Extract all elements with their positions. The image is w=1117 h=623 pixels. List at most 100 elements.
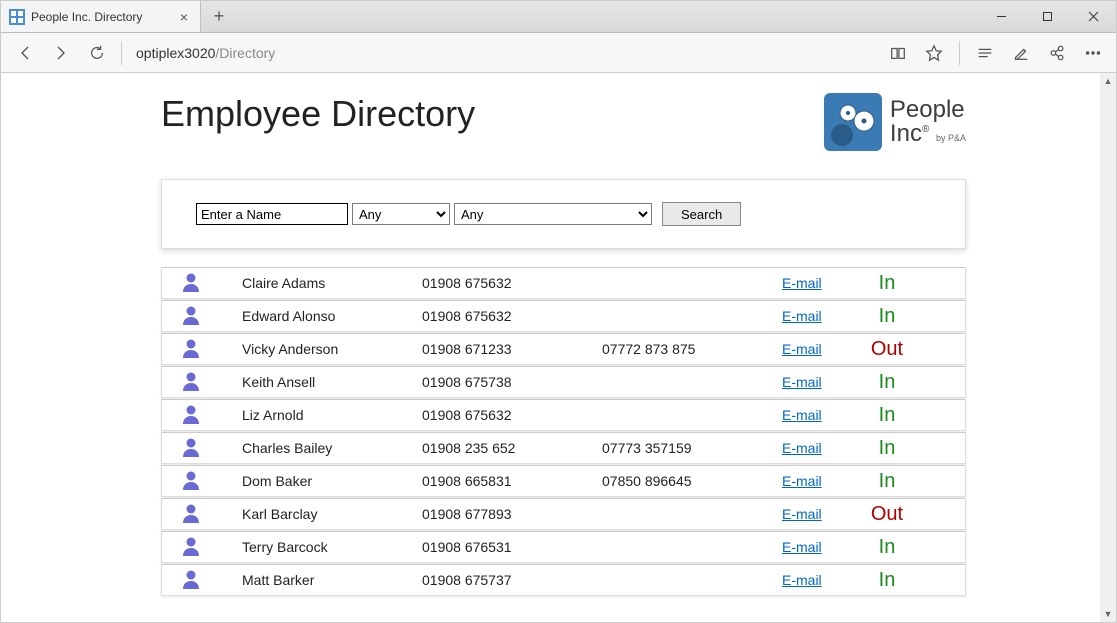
maximize-button[interactable]: [1024, 1, 1070, 32]
brand-logo: People Inc® by P&A: [824, 93, 966, 151]
employee-row: Liz Arnold01908 675632 E-mail In: [161, 399, 966, 431]
forward-button[interactable]: [43, 35, 79, 71]
employee-email: E-mail: [782, 374, 852, 390]
url-field[interactable]: optiplex3020/Directory: [128, 45, 881, 61]
employee-name: Terry Barcock: [242, 539, 422, 555]
email-link[interactable]: E-mail: [782, 407, 822, 423]
email-link[interactable]: E-mail: [782, 572, 822, 588]
employee-phone: 01908 675632: [422, 308, 602, 324]
email-link[interactable]: E-mail: [782, 539, 822, 555]
email-link[interactable]: E-mail: [782, 275, 822, 291]
status-badge: In: [852, 305, 922, 328]
hub-icon[interactable]: [968, 36, 1002, 70]
employee-phone: 01908 677893: [422, 506, 602, 522]
employee-row: Edward Alonso01908 675632 E-mail In: [161, 300, 966, 332]
avatar-icon: [182, 272, 242, 295]
employee-row: Keith Ansell01908 675738E-mailIn: [161, 366, 966, 398]
logo-line1: People: [890, 98, 966, 122]
url-host: optiplex3020: [136, 45, 215, 61]
employee-row: Dom Baker01908 66583107850 896645E-mail I…: [161, 465, 966, 497]
employee-row: Claire Adams01908 675632 E-mail In: [161, 267, 966, 299]
employee-row: Matt Barker01908 675737E-mailIn: [161, 564, 966, 596]
new-tab-button[interactable]: +: [201, 1, 237, 32]
email-link[interactable]: E-mail: [782, 374, 822, 390]
employee-phone: 01908 665831: [422, 473, 602, 489]
employee-name: Edward Alonso: [242, 308, 422, 324]
employee-name: Claire Adams: [242, 275, 422, 291]
share-icon[interactable]: [1040, 36, 1074, 70]
employee-email: E-mail: [782, 440, 852, 456]
avatar-icon: [182, 404, 242, 427]
page-title: Employee Directory: [161, 93, 475, 135]
employee-email: E-mail: [782, 407, 852, 423]
tab-title: People Inc. Directory: [31, 10, 176, 24]
window-controls: [978, 1, 1116, 32]
page-viewport: ▲ ▼ Employee Directory: [1, 73, 1116, 622]
page-header: Employee Directory People: [161, 93, 966, 151]
separator: [959, 41, 960, 65]
status-badge: In: [852, 470, 922, 493]
scroll-down-icon[interactable]: ▼: [1100, 606, 1116, 622]
favorite-icon[interactable]: [917, 36, 951, 70]
email-link[interactable]: E-mail: [782, 341, 822, 357]
employee-name: Vicky Anderson: [242, 341, 422, 357]
employee-email: E-mail: [782, 308, 852, 324]
filter1-select[interactable]: Any: [352, 203, 450, 225]
status-badge: In: [852, 404, 922, 427]
favicon-icon: [9, 9, 25, 25]
employee-row: Karl Barclay01908 677893 E-mail Out: [161, 498, 966, 530]
status-badge: In: [852, 272, 922, 295]
avatar-icon: [182, 503, 242, 526]
employee-name: Karl Barclay: [242, 506, 422, 522]
employee-email: E-mail: [782, 275, 852, 291]
vertical-scrollbar[interactable]: ▲ ▼: [1100, 73, 1116, 622]
employee-email: E-mail: [782, 572, 852, 588]
titlebar: People Inc. Directory × +: [1, 1, 1116, 33]
logo-byline: by P&A: [936, 133, 966, 143]
avatar-icon: [182, 569, 242, 592]
employee-phone: 01908 676531: [422, 539, 602, 555]
tab-close-icon[interactable]: ×: [176, 9, 192, 25]
employee-phone: 01908 675737: [422, 572, 602, 588]
employee-phone: 01908 675632: [422, 275, 602, 291]
more-icon[interactable]: [1076, 36, 1110, 70]
minimize-button[interactable]: [978, 1, 1024, 32]
close-button[interactable]: [1070, 1, 1116, 32]
notes-icon[interactable]: [1004, 36, 1038, 70]
status-badge: Out: [852, 338, 922, 361]
url-path: /Directory: [215, 45, 275, 61]
status-badge: In: [852, 569, 922, 592]
search-button[interactable]: Search: [662, 202, 741, 226]
employee-phone: 01908 671233: [422, 341, 602, 357]
email-link[interactable]: E-mail: [782, 506, 822, 522]
employee-mobile: 07773 357159: [602, 440, 782, 456]
scroll-up-icon[interactable]: ▲: [1100, 73, 1116, 89]
email-link[interactable]: E-mail: [782, 440, 822, 456]
browser-tab[interactable]: People Inc. Directory ×: [1, 1, 201, 32]
employee-row: Terry Barcock01908 676531 E-mail In: [161, 531, 966, 563]
employee-row: Charles Bailey01908 235 65207773 357159E…: [161, 432, 966, 464]
status-badge: In: [852, 437, 922, 460]
reading-view-icon[interactable]: [881, 36, 915, 70]
employee-name: Charles Bailey: [242, 440, 422, 456]
logo-reg: ®: [922, 124, 929, 135]
employee-mobile: 07850 896645: [602, 473, 782, 489]
employee-name: Liz Arnold: [242, 407, 422, 423]
refresh-button[interactable]: [79, 35, 115, 71]
results-list: Claire Adams01908 675632E-mailInEdward A…: [161, 267, 966, 596]
logo-icon: [824, 93, 882, 151]
employee-email: E-mail: [782, 539, 852, 555]
status-badge: In: [852, 536, 922, 559]
back-button[interactable]: [7, 35, 43, 71]
avatar-icon: [182, 371, 242, 394]
employee-mobile: 07772 873 875: [602, 341, 782, 357]
email-link[interactable]: E-mail: [782, 308, 822, 324]
avatar-icon: [182, 437, 242, 460]
employee-phone: 01908 675632: [422, 407, 602, 423]
search-name-input[interactable]: [196, 203, 348, 225]
email-link[interactable]: E-mail: [782, 473, 822, 489]
employee-name: Dom Baker: [242, 473, 422, 489]
filter2-select[interactable]: Any: [454, 203, 652, 225]
status-badge: Out: [852, 503, 922, 526]
employee-email: E-mail: [782, 506, 852, 522]
